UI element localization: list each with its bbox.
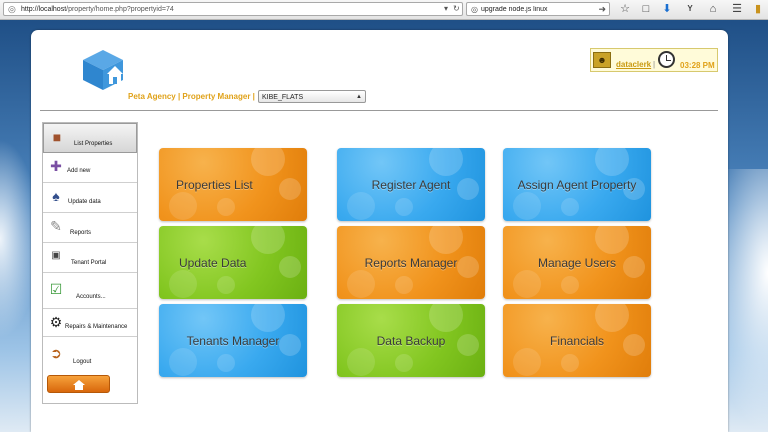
tile-register-agent[interactable]: Register Agent: [337, 148, 485, 221]
sidebar-item-accounts[interactable]: ☑ Accounts...: [43, 273, 137, 309]
search-input[interactable]: [481, 3, 593, 15]
url-text[interactable]: http://localhost/property/home.php?prope…: [21, 4, 174, 15]
sidebar-item-list-properties[interactable]: ■ List Properties: [43, 123, 137, 153]
url-bar[interactable]: ◎ http://localhost/property/home.php?pro…: [3, 2, 463, 16]
globe-icon: ◎: [8, 4, 16, 14]
sidebar-item-add-new[interactable]: ✚ Add new: [43, 153, 137, 183]
logo-icon: [83, 50, 123, 90]
repairs-icon: ⚙: [49, 314, 63, 330]
sidebar-item-repairs[interactable]: ⚙ Repairs & Maintenance: [43, 309, 137, 337]
bookmark-star-icon[interactable]: ☆: [616, 1, 634, 17]
sidebar-item-label: Logout: [73, 359, 92, 365]
accounts-icon: ☑: [49, 281, 63, 297]
sidebar-item-label: Tenant Portal: [71, 260, 107, 266]
tile-label: Manage Users: [537, 255, 617, 270]
extension-icon[interactable]: ▮: [749, 1, 767, 17]
tile-assign-agent-property[interactable]: Assign Agent Property: [503, 148, 651, 221]
dropdown-arrow-icon[interactable]: ▾: [444, 3, 448, 15]
tile-label: Properties List: [176, 177, 253, 192]
tile-label: Register Agent: [371, 177, 451, 192]
agency-title: Peta Agency | Property Manager |: [128, 92, 255, 101]
browser-toolbar: ◎ http://localhost/property/home.php?pro…: [0, 0, 768, 20]
tile-update-data[interactable]: Update Data: [159, 226, 307, 299]
tile-label: Tenants Manager: [186, 333, 280, 348]
sidebar-item-tenant-portal[interactable]: ▣ Tenant Portal: [43, 243, 137, 273]
time-display: 03:28 PM: [680, 61, 715, 70]
sidebar-item-label: Reports: [70, 230, 92, 236]
tile-label: Data Backup: [376, 333, 446, 348]
clock-icon: [658, 51, 675, 68]
sidebar-item-label: Repairs & Maintenance: [65, 324, 128, 330]
user-info-box: ☻ dataclerk | 03:28 PM: [590, 48, 718, 72]
tenant-portal-icon: ▣: [51, 250, 61, 261]
tile-financials[interactable]: Financials: [503, 304, 651, 377]
download-icon[interactable]: ⬇: [658, 1, 676, 17]
tile-data-backup[interactable]: Data Backup: [337, 304, 485, 377]
sidebar-item-update-data[interactable]: ♠ Update data: [43, 183, 137, 213]
property-select[interactable]: KIBE_FLATS ▲: [258, 90, 366, 103]
user-separator: |: [653, 60, 656, 69]
home-button[interactable]: [47, 375, 110, 393]
tile-tenants-manager[interactable]: Tenants Manager: [159, 304, 307, 377]
sidebar-item-label: List Properties: [74, 141, 113, 147]
username-link[interactable]: dataclerk: [616, 60, 651, 69]
tile-manage-users[interactable]: Manage Users: [503, 226, 651, 299]
tile-label: Financials: [549, 333, 605, 348]
sidebar-item-label: Update data: [68, 199, 101, 205]
tile-label: Reports Manager: [364, 255, 458, 270]
search-go-icon[interactable]: ➜: [598, 3, 606, 15]
menu-icon[interactable]: ☰: [728, 1, 746, 17]
home-browser-icon[interactable]: ⌂: [704, 1, 722, 17]
tile-properties-list[interactable]: Properties List: [159, 148, 307, 221]
youtube-icon[interactable]: Y: [681, 1, 699, 17]
properties-icon: ■: [52, 129, 62, 145]
header-divider: [40, 110, 718, 111]
add-new-icon: ✚: [50, 158, 62, 174]
update-data-icon: ♠: [52, 188, 60, 204]
sidebar: ■ List Properties ✚ Add new ♠ Update dat…: [42, 122, 138, 404]
tile-label: Update Data: [179, 255, 247, 270]
select-arrow-icon: ▲: [356, 94, 362, 100]
reports-icon: ✎: [50, 218, 62, 234]
sidebar-item-reports[interactable]: ✎ Reports: [43, 213, 137, 243]
app-window: Peta Agency | Property Manager | KIBE_FL…: [31, 30, 728, 432]
search-engine-icon: ◎: [471, 5, 478, 14]
sidebar-item-logout[interactable]: ➲ Logout: [43, 337, 137, 371]
tile-reports-manager[interactable]: Reports Manager: [337, 226, 485, 299]
sidebar-item-label: Accounts...: [76, 294, 106, 300]
logout-icon: ➲: [50, 345, 62, 361]
clipboard-icon[interactable]: □: [637, 1, 655, 17]
reload-icon[interactable]: ↻: [453, 3, 460, 15]
property-select-value: KIBE_FLATS: [262, 94, 304, 101]
user-group-icon: ☻: [593, 52, 611, 68]
tile-label: Assign Agent Property: [517, 177, 637, 192]
search-bar[interactable]: ◎ ➜: [466, 2, 610, 16]
sidebar-item-label: Add new: [67, 168, 91, 174]
